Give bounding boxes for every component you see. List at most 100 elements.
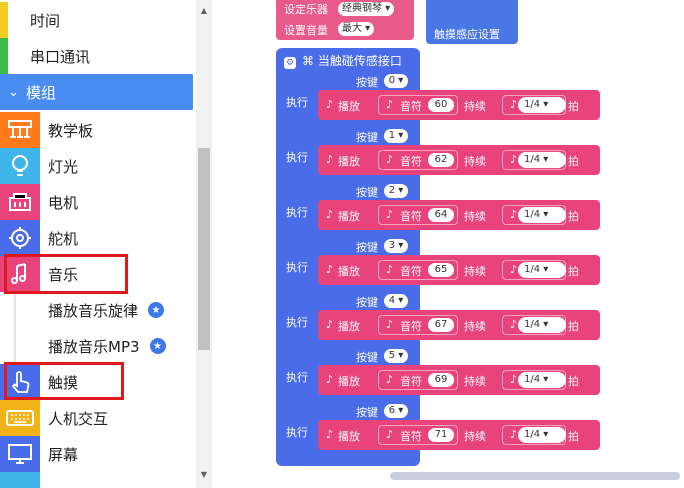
note-value[interactable]: 60 <box>428 98 454 112</box>
subcategory-label: 播放音乐MP3 <box>48 337 140 356</box>
sidebar-scroll-thumb[interactable] <box>198 148 210 350</box>
exec-label: 执行 <box>286 261 308 274</box>
instrument-dropdown[interactable]: 经典钢琴 ▾ <box>338 2 395 16</box>
key-label: 按键 <box>356 296 378 309</box>
event-title: 当触碰传感接口 <box>317 54 402 68</box>
key-value: 4 <box>388 295 396 306</box>
key-dropdown[interactable]: 3 ▾ <box>384 239 408 253</box>
monitor-icon <box>0 436 40 472</box>
duration-dropdown[interactable]: 1/4 ▾ <box>518 372 566 388</box>
volume-dropdown[interactable]: 最大 ▾ <box>338 22 375 36</box>
category-sidebar: 时间 串口通讯 ⌄ 模组 教学板 灯光 电机 舵机 音乐 播放音乐旋律 ★ 播放… <box>0 0 212 488</box>
note-label: 音符 <box>400 265 422 278</box>
chevron-down-icon: ⌄ <box>8 84 19 100</box>
play-label: 播放 <box>338 375 360 388</box>
subcategory-play-melody[interactable]: 播放音乐旋律 ★ <box>0 292 196 328</box>
music-note-icon: ♪ <box>326 98 334 111</box>
category-teaching-board[interactable]: 教学板 <box>0 112 196 148</box>
key-value: 1 <box>388 130 396 141</box>
music-note-icon: ♪ <box>386 153 394 166</box>
music-note-icon: ♪ <box>326 153 334 166</box>
note-label: 音符 <box>400 375 422 388</box>
key-dropdown[interactable]: 2 ▾ <box>384 184 408 198</box>
category-light[interactable]: 灯光 <box>0 148 196 184</box>
exec-label: 执行 <box>286 316 308 329</box>
music-note-icon: ♪ <box>386 263 394 276</box>
key-value: 6 <box>388 405 396 416</box>
play-label: 播放 <box>338 265 360 278</box>
key-dropdown[interactable]: 0 ▾ <box>384 74 408 88</box>
note-value[interactable]: 64 <box>428 208 454 222</box>
exec-label: 执行 <box>286 426 308 439</box>
key-value: 0 <box>388 75 396 86</box>
beat-label: 拍 <box>568 265 579 278</box>
play-label: 播放 <box>338 320 360 333</box>
category-hci[interactable]: 人机交互 <box>0 400 196 436</box>
duration-dropdown[interactable]: 1/4 ▾ <box>518 317 566 333</box>
note-value[interactable]: 69 <box>428 373 454 387</box>
key-dropdown[interactable]: 5 ▾ <box>384 349 408 363</box>
servo-gear-icon <box>0 220 40 256</box>
beat-label: 拍 <box>568 100 579 113</box>
duration-value: 1/4 <box>524 154 541 165</box>
duration-dropdown[interactable]: 1/4 ▾ <box>518 427 566 443</box>
instrument-value: 经典钢琴 <box>342 3 382 14</box>
note-value[interactable]: 67 <box>428 318 454 332</box>
music-note-icon: ♪ <box>326 263 334 276</box>
note-label: 音符 <box>400 320 422 333</box>
star-icon: ★ <box>148 302 165 318</box>
note-value[interactable]: 62 <box>428 153 454 167</box>
note-label: 音符 <box>400 155 422 168</box>
category-label: 教学板 <box>48 121 94 140</box>
duration-value: 1/4 <box>524 429 541 440</box>
duration-label: 持续 <box>464 375 486 388</box>
key-dropdown[interactable]: 1 ▾ <box>384 129 408 143</box>
note-value[interactable]: 71 <box>428 428 454 442</box>
duration-value: 1/4 <box>524 264 541 275</box>
subcategory-play-mp3[interactable]: 播放音乐MP3 ★ <box>0 328 196 364</box>
category-label: 时间 <box>30 11 61 30</box>
workspace-horizontal-scrollbar[interactable] <box>390 472 680 480</box>
category-group-modules[interactable]: ⌄ 模组 <box>0 74 193 110</box>
exec-label: 执行 <box>286 96 308 109</box>
category-screen[interactable]: 屏幕 <box>0 436 196 472</box>
key-label: 按键 <box>356 351 378 364</box>
music-note-icon: ♪ <box>326 428 334 441</box>
music-note-icon: ♪ <box>386 373 394 386</box>
category-label: 灯光 <box>48 157 79 176</box>
exec-label: 执行 <box>286 371 308 384</box>
lightbulb-icon <box>0 148 40 184</box>
category-label: 屏幕 <box>48 445 79 464</box>
category-next-partial[interactable] <box>0 472 196 488</box>
play-label: 播放 <box>338 100 360 113</box>
category-time[interactable]: 时间 <box>0 2 196 38</box>
note-value[interactable]: 65 <box>428 263 454 277</box>
duration-label: 持续 <box>464 155 486 168</box>
music-note-icon: ♪ <box>510 373 518 386</box>
note-label: 音符 <box>400 210 422 223</box>
category-stripe <box>0 2 8 38</box>
key-dropdown[interactable]: 6 ▾ <box>384 404 408 418</box>
music-note-icon: ♪ <box>510 428 518 441</box>
duration-label: 持续 <box>464 100 486 113</box>
duration-dropdown[interactable]: 1/4 ▾ <box>518 207 566 223</box>
category-label: 人机交互 <box>48 409 109 428</box>
category-servo[interactable]: 舵机 <box>0 220 196 256</box>
music-note-icon: ♪ <box>386 428 394 441</box>
music-note-icon: ♪ <box>326 208 334 221</box>
key-label: 按键 <box>356 186 378 199</box>
duration-dropdown[interactable]: 1/4 ▾ <box>518 97 566 113</box>
key-value: 3 <box>388 240 396 251</box>
play-label: 播放 <box>338 210 360 223</box>
settings-gear-icon[interactable]: ⚙ <box>284 57 296 69</box>
category-motor[interactable]: 电机 <box>0 184 196 220</box>
key-dropdown[interactable]: 4 ▾ <box>384 294 408 308</box>
category-group-label: 模组 <box>26 83 57 102</box>
duration-dropdown[interactable]: 1/4 ▾ <box>518 262 566 278</box>
scroll-down-arrow[interactable]: ▼ <box>198 470 210 482</box>
duration-dropdown[interactable]: 1/4 ▾ <box>518 152 566 168</box>
duration-label: 持续 <box>464 265 486 278</box>
key-label: 按键 <box>356 241 378 254</box>
category-serial[interactable]: 串口通讯 <box>0 38 196 74</box>
scroll-up-arrow[interactable]: ▲ <box>198 6 210 18</box>
